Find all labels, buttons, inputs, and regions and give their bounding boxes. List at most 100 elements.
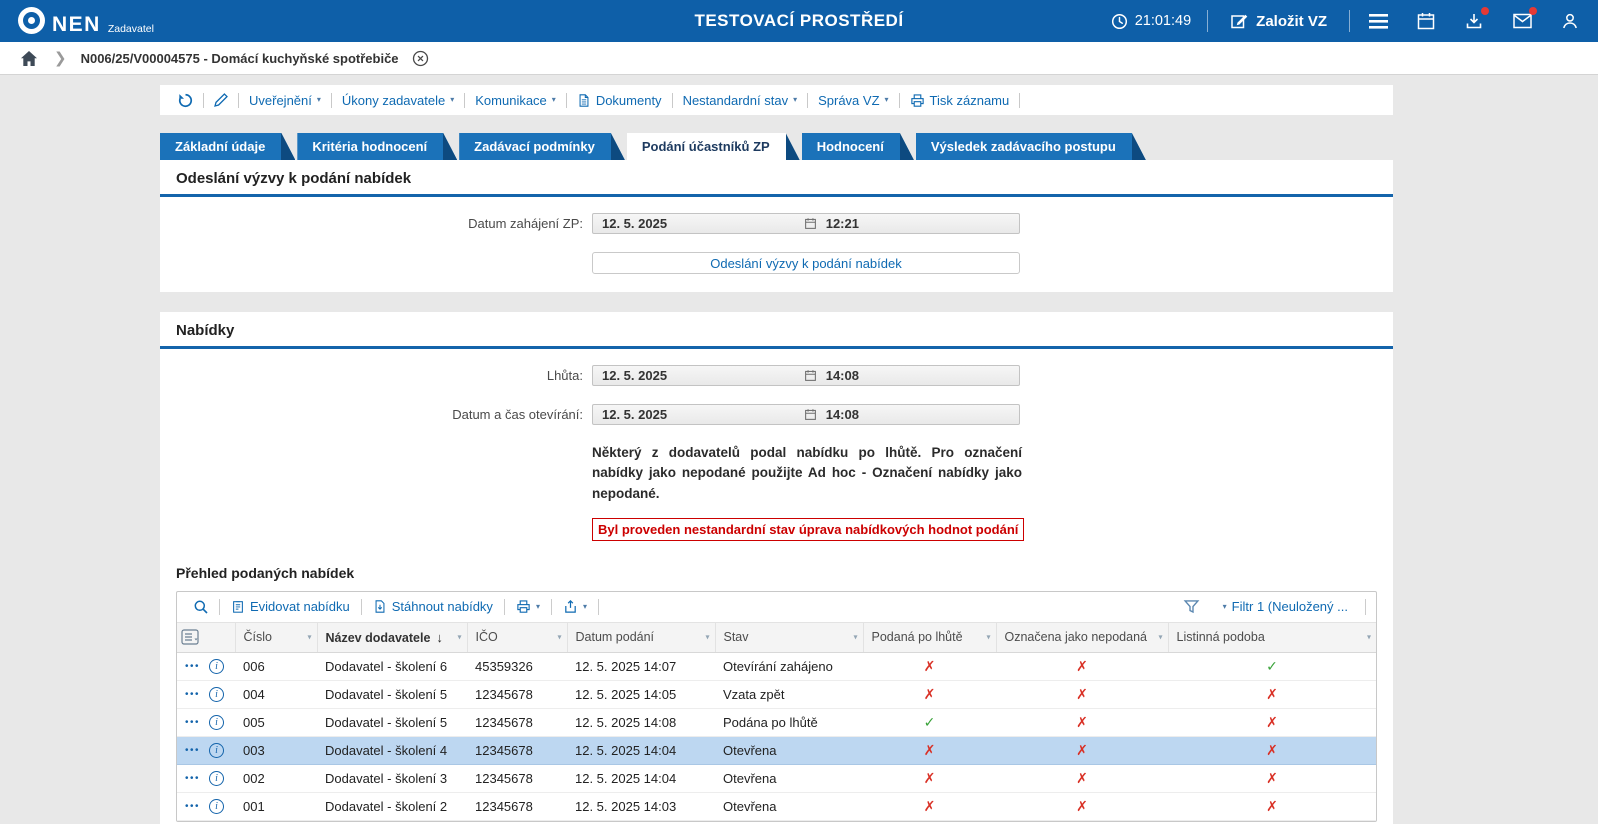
messages-icon[interactable] — [1510, 7, 1537, 33]
filter-caret-icon[interactable]: ▾ — [705, 633, 709, 642]
row-info-icon[interactable]: i — [209, 715, 225, 731]
cell-datum-podani: 12. 5. 2025 14:07 — [567, 652, 715, 681]
menu-sprava-vz[interactable]: Správa VZ ▾ — [808, 93, 898, 108]
refresh-icon[interactable] — [168, 92, 203, 109]
toolbar-divider — [360, 598, 362, 615]
row-menu-icon[interactable]: ••• — [185, 745, 200, 756]
filter-caret-icon[interactable]: ▾ — [1367, 633, 1371, 642]
create-vz-button[interactable]: Založit VZ — [1224, 11, 1333, 31]
tab-4[interactable]: Podání účastníků ZP — [627, 133, 800, 160]
export-button[interactable]: ▾ — [554, 599, 596, 614]
odeslani-vyzvy-button[interactable]: Odeslání výzvy k podání nabídek — [592, 252, 1020, 274]
close-record-icon[interactable] — [412, 50, 429, 67]
toolbar-divider — [1019, 92, 1021, 108]
column-label: Stav — [723, 630, 749, 645]
section-title: Odeslání výzvy k podání nabídek — [160, 160, 1393, 197]
column-label: Podaná po lhůtě — [871, 630, 963, 645]
print-table-button[interactable]: ▾ — [507, 599, 549, 614]
filter-caret-icon[interactable]: ▾ — [853, 633, 857, 642]
nen-logo[interactable]: NEN Zadavatel — [18, 7, 154, 35]
calendar-icon[interactable] — [804, 217, 817, 230]
col-datum-podani[interactable]: Datum podání ▾ — [567, 622, 716, 653]
col-cislo[interactable]: Číslo ▾ — [235, 622, 318, 653]
table-row[interactable]: ••• i 004 Dodavatel - školení 5 12345678 12. … — [177, 680, 1376, 709]
menu-ukony-zadavatele[interactable]: Úkony zadavatele ▾ — [332, 93, 464, 108]
stahnout-nabidky-button[interactable]: Stáhnout nabídky — [364, 599, 502, 614]
menu-nestandardni-stav[interactable]: Nestandardní stav ▾ — [673, 93, 808, 108]
button-label: Evidovat nabídku — [250, 599, 350, 615]
time-input-lhuta[interactable]: 14:08 — [817, 368, 1019, 383]
tab-3[interactable]: Zadávací podmínky — [459, 133, 625, 160]
menu-icon[interactable] — [1366, 9, 1390, 33]
calendar-icon[interactable] — [1414, 9, 1438, 33]
row-menu-icon[interactable]: ••• — [185, 661, 200, 672]
row-menu-icon[interactable]: ••• — [185, 773, 200, 784]
evidovat-nabidku-button[interactable]: Evidovat nabídku — [222, 599, 359, 614]
row-info-icon[interactable]: i — [209, 687, 225, 703]
chevron-down-icon: ▾ — [1222, 601, 1227, 611]
cell-datum-podani: 12. 5. 2025 14:04 — [567, 764, 715, 793]
user-icon[interactable] — [1558, 9, 1582, 33]
col-stav[interactable]: Stav ▾ — [715, 622, 864, 653]
filter-caret-icon[interactable]: ▾ — [457, 633, 461, 642]
filter-caret-icon[interactable]: ▾ — [557, 633, 561, 642]
filter-icon[interactable] — [1175, 598, 1208, 615]
table-row[interactable]: ••• i 002 Dodavatel - školení 3 12345678 12. … — [177, 764, 1376, 793]
table-row[interactable]: ••• i 006 Dodavatel - školení 6 45359326 12. … — [177, 652, 1376, 681]
tab-1[interactable]: Základní údaje — [160, 133, 295, 160]
row-info-icon[interactable]: i — [209, 799, 225, 815]
edit-icon[interactable] — [204, 92, 238, 108]
row-menu-icon[interactable]: ••• — [185, 717, 200, 728]
filter-caret-icon[interactable]: ▾ — [986, 633, 990, 642]
toolbar-divider — [219, 598, 220, 615]
table-row[interactable]: ••• i 001 Dodavatel - školení 2 12345678 12. … — [177, 792, 1376, 821]
date-input-otevirani[interactable]: 12. 5. 2025 — [593, 407, 804, 422]
col-podana-po-lhute[interactable]: Podaná po lhůtě ▾ — [863, 622, 997, 653]
date-input-lhuta[interactable]: 12. 5. 2025 — [593, 368, 804, 383]
cross-icon: ✗ — [1076, 713, 1088, 730]
home-icon[interactable] — [20, 50, 38, 67]
row-controls: ••• i — [177, 736, 235, 765]
col-oznacena-jako-nepodana[interactable]: Označena jako nepodaná ▾ — [996, 622, 1169, 653]
row-menu-icon[interactable]: ••• — [185, 801, 200, 812]
col-nazev-dodavatele[interactable]: Název dodavatele ↓ ▾ — [317, 622, 468, 653]
date-input-zahajeni[interactable]: 12. 5. 2025 — [593, 216, 804, 231]
menu-tisk-zaznamu[interactable]: Tisk záznamu — [900, 93, 1020, 108]
tabs: Základní údaje Kritéria hodnocení Zadávací… — [160, 133, 1393, 160]
col-ico[interactable]: IČO ▾ — [467, 622, 568, 653]
row-info-icon[interactable]: i — [209, 771, 225, 787]
table-row[interactable]: ••• i 005 Dodavatel - školení 5 12345678 12. … — [177, 708, 1376, 737]
clock-icon — [1111, 13, 1128, 30]
filter-caret-icon[interactable]: ▾ — [307, 633, 311, 642]
calendar-icon[interactable] — [804, 369, 817, 382]
row-info-icon[interactable]: i — [209, 743, 225, 759]
cell-listinna-podoba: ✓ — [1168, 652, 1376, 681]
search-icon[interactable] — [185, 599, 217, 615]
nonstandard-state-warning: Byl proveden nestandardní stav úprava na… — [592, 517, 1025, 541]
tab-6[interactable]: Výsledek zadávacího postupu — [916, 133, 1146, 160]
cell-oznacena-jako-nepodana: ✗ — [996, 736, 1168, 765]
filter-select[interactable]: ▾ Filtr 1 (Neuložený ... — [1214, 599, 1357, 614]
downloads-icon[interactable] — [1462, 7, 1489, 33]
row-info-icon[interactable]: i — [209, 659, 225, 675]
calendar-icon[interactable] — [804, 408, 817, 421]
col-listinna-podoba[interactable]: Listinná podoba ▾ — [1168, 622, 1376, 653]
check-icon: ✓ — [923, 713, 936, 730]
sort-desc-icon: ↓ — [436, 629, 443, 645]
time-input-zahajeni[interactable]: 12:21 — [817, 216, 1019, 231]
tab-5[interactable]: Hodnocení — [802, 133, 914, 160]
table-row[interactable]: ••• i 003 Dodavatel - školení 4 12345678 12. … — [177, 736, 1376, 765]
chevron-down-icon: ▾ — [450, 95, 455, 104]
menu-komunikace[interactable]: Komunikace ▾ — [465, 93, 566, 108]
row-menu-icon[interactable]: ••• — [185, 689, 200, 700]
tab-2[interactable]: Kritéria hodnocení — [297, 133, 457, 160]
menu-uverejneni[interactable]: Uveřejnění ▾ — [239, 93, 331, 108]
filter-caret-icon[interactable]: ▾ — [1158, 633, 1162, 642]
time-input-otevirani[interactable]: 14:08 — [817, 407, 1019, 422]
filter-area: ▾ Filtr 1 (Neuložený ... — [1175, 598, 1368, 615]
breadcrumb-record[interactable]: N006/25/V00004575 - Domácí kuchyňské spo… — [81, 51, 399, 66]
cross-icon: ✗ — [923, 657, 936, 674]
grid-settings-icon[interactable] — [177, 622, 236, 653]
column-label: Označena jako nepodaná — [1004, 630, 1147, 645]
menu-dokumenty[interactable]: Dokumenty — [567, 93, 672, 108]
